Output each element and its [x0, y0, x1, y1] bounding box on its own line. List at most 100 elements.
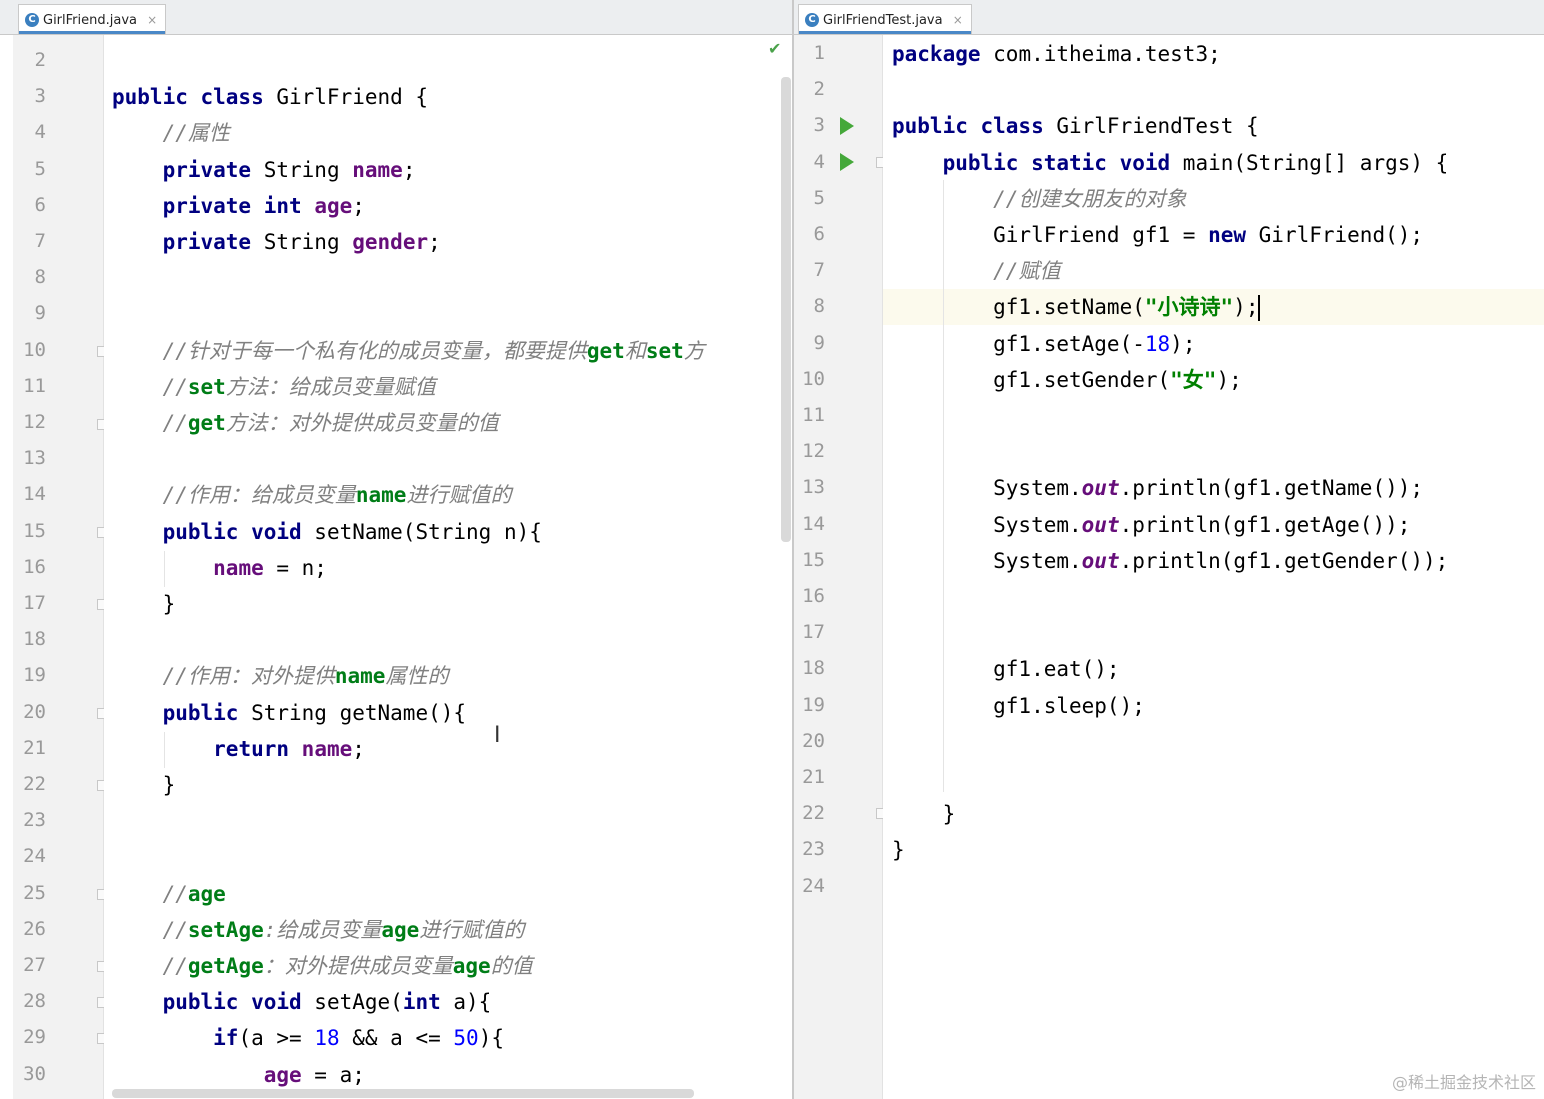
tab-title: GirlFriendTest.java — [823, 13, 943, 28]
line-number: 11 — [23, 374, 46, 397]
code-line[interactable]: //setAge:给成员变量age进行赋值的 — [112, 912, 525, 948]
line-number: 19 — [23, 664, 46, 687]
close-icon[interactable]: × — [953, 13, 963, 27]
no-problems-check-icon: ✔ — [768, 39, 782, 58]
code-line[interactable]: name = n; — [112, 550, 327, 586]
tab-girlfriend-java[interactable]: C GirlFriend.java × — [18, 4, 167, 34]
line-number: 26 — [23, 917, 46, 940]
line-number: 15 — [23, 519, 46, 542]
code-line[interactable]: age = a; — [112, 1057, 365, 1093]
line-number: 17 — [23, 592, 46, 614]
line-number: 2 — [813, 78, 825, 101]
line-number: 5 — [34, 157, 46, 180]
close-icon[interactable]: × — [147, 13, 157, 27]
code-line[interactable]: gf1.setName("小诗诗"); — [892, 289, 1261, 325]
java-class-icon: C — [805, 13, 819, 27]
line-number: 28 — [23, 990, 46, 1013]
line-number: 17 — [802, 621, 825, 644]
vertical-scrollbar[interactable] — [781, 77, 791, 542]
code-line[interactable]: //属性 — [112, 115, 230, 151]
code-line[interactable]: gf1.setAge(-18); — [892, 326, 1195, 362]
code-line[interactable]: public String getName(){ — [112, 695, 466, 731]
code-line[interactable]: } — [112, 586, 176, 622]
code-line[interactable]: //作用：给成员变量name进行赋值的 — [112, 477, 512, 513]
line-number: 7 — [34, 230, 46, 252]
code-line[interactable]: } — [112, 767, 176, 803]
line-number: 14 — [23, 483, 46, 506]
code-line[interactable]: return name; — [112, 731, 365, 767]
code-line[interactable]: //getAge：对外提供成员变量age的值 — [112, 948, 533, 984]
line-number: 24 — [802, 874, 825, 897]
line-number: 9 — [813, 331, 825, 354]
line-number: 21 — [802, 766, 825, 788]
code-line[interactable]: //age — [112, 876, 226, 912]
code-line[interactable]: public class GirlFriend { — [112, 79, 428, 115]
line-number: 6 — [34, 193, 46, 216]
line-number: 4 — [34, 121, 46, 144]
code-line[interactable]: public static void main(String[] args) { — [892, 145, 1449, 181]
code-line[interactable]: //作用：对外提供name属性的 — [112, 658, 449, 694]
code-line[interactable]: public void setName(String n){ — [112, 514, 542, 550]
line-number: 8 — [813, 295, 825, 318]
right-code-area[interactable]: package com.itheima.test3; public class G… — [883, 35, 1544, 1099]
right-gutter[interactable]: 1 2 3 4 5 6 7 8 9 10 11 12 13 14 15 16 17 18 19 20 21 22 23 24 — [794, 35, 887, 1099]
tab-title: GirlFriend.java — [43, 13, 137, 28]
horizontal-scrollbar[interactable] — [112, 1089, 694, 1098]
code-line[interactable]: //创建女朋友的对象 — [892, 181, 1186, 217]
line-number: 16 — [23, 555, 46, 578]
line-number: 20 — [23, 700, 46, 723]
code-line[interactable]: //针对于每一个私有化的成员变量，都要提供get和set方 — [112, 333, 705, 369]
line-number: 4 — [813, 150, 825, 173]
line-number: 3 — [813, 114, 825, 137]
code-line[interactable]: System.out.println(gf1.getGender()); — [892, 543, 1448, 579]
tab-girlfriendtest-java[interactable]: C GirlFriendTest.java × — [798, 4, 972, 34]
left-code-area[interactable]: public class GirlFriend { //属性 private S… — [104, 35, 793, 1099]
line-number: 13 — [802, 476, 825, 499]
line-number: 15 — [802, 548, 825, 571]
code-line[interactable]: if(a >= 18 && a <= 50){ — [112, 1020, 504, 1056]
code-line[interactable]: package com.itheima.test3; — [892, 36, 1221, 72]
right-editor-pane: C GirlFriendTest.java × 1 2 3 4 5 6 7 8 9 10 11 12 1… — [794, 0, 1544, 1099]
line-number: 10 — [23, 338, 46, 361]
line-number: 23 — [23, 809, 46, 832]
right-tab-bar: C GirlFriendTest.java × — [794, 0, 1544, 35]
run-icon[interactable] — [840, 117, 854, 135]
code-line[interactable]: public void setAge(int a){ — [112, 984, 492, 1020]
code-line[interactable]: private String gender; — [112, 224, 441, 260]
active-tab-indicator — [799, 31, 971, 34]
line-number: 27 — [23, 954, 46, 976]
code-line[interactable]: System.out.println(gf1.getName()); — [892, 470, 1423, 506]
line-number: 16 — [802, 585, 825, 607]
active-tab-indicator — [19, 31, 166, 34]
code-line[interactable]: } — [892, 796, 956, 832]
code-line[interactable]: private int age; — [112, 188, 365, 224]
code-line[interactable]: gf1.setGender("女"); — [892, 362, 1242, 398]
line-number: 1 — [813, 42, 825, 64]
code-line[interactable]: private String name; — [112, 152, 416, 188]
line-number: 19 — [802, 693, 825, 716]
code-line[interactable]: //赋值 — [892, 253, 1060, 289]
line-number: 8 — [34, 266, 46, 289]
line-number: 12 — [23, 411, 46, 433]
line-number: 18 — [802, 657, 825, 680]
line-number: 13 — [23, 447, 46, 470]
code-line[interactable]: GirlFriend gf1 = new GirlFriend(); — [892, 217, 1423, 253]
run-icon[interactable] — [840, 153, 854, 171]
code-line[interactable]: } — [892, 832, 905, 868]
code-line[interactable]: public class GirlFriendTest { — [892, 108, 1259, 144]
code-line[interactable]: gf1.eat(); — [892, 651, 1119, 687]
line-number: 22 — [802, 802, 825, 825]
line-number: 7 — [813, 259, 825, 282]
text-cursor-icon: I — [494, 723, 501, 748]
left-gutter[interactable]: 2 3 4 5 6 7 8 9 10 11 12 13 14 15 16 17 18 19 20 21 22 23 24 25… — [13, 35, 108, 1099]
line-number: 18 — [23, 628, 46, 651]
code-line[interactable]: //get方法：对外提供成员变量的值 — [112, 405, 499, 441]
line-number: 5 — [813, 186, 825, 209]
code-line[interactable]: //set方法：给成员变量赋值 — [112, 369, 436, 405]
line-number: 6 — [813, 223, 825, 245]
line-number: 22 — [23, 773, 46, 795]
line-number: 25 — [23, 881, 46, 904]
line-number: 12 — [802, 440, 825, 463]
code-line[interactable]: gf1.sleep(); — [892, 688, 1145, 724]
code-line[interactable]: System.out.println(gf1.getAge()); — [892, 507, 1410, 543]
